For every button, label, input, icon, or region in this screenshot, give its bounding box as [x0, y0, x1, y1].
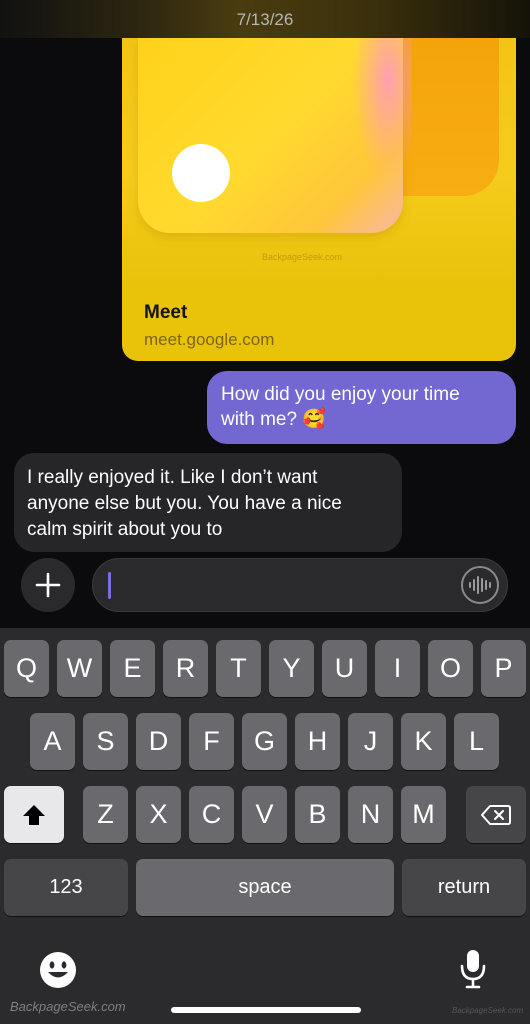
- watermark-left: BackpageSeek.com: [10, 999, 126, 1014]
- numbers-key[interactable]: 123: [4, 859, 128, 916]
- key-n[interactable]: N: [348, 786, 393, 843]
- link-preview-url: meet.google.com: [144, 330, 275, 349]
- return-key[interactable]: return: [402, 859, 526, 916]
- shift-key[interactable]: [4, 786, 64, 843]
- shift-icon: [23, 804, 45, 825]
- home-indicator[interactable]: [171, 1007, 361, 1013]
- key-q[interactable]: Q: [4, 640, 49, 697]
- emoji-icon: [40, 952, 76, 988]
- key-y[interactable]: Y: [269, 640, 314, 697]
- key-r[interactable]: R: [163, 640, 208, 697]
- key-f[interactable]: F: [189, 713, 234, 770]
- delete-icon: [481, 804, 511, 825]
- key-v[interactable]: V: [242, 786, 287, 843]
- sent-message-bubble[interactable]: How did you enjoy your time with me? 🥰: [207, 371, 516, 444]
- key-a[interactable]: A: [30, 713, 75, 770]
- key-o[interactable]: O: [428, 640, 473, 697]
- waveform-icon: [469, 576, 491, 594]
- received-message-bubble[interactable]: I really enjoyed it. Like I don’t want a…: [14, 453, 402, 552]
- message-line: with me? 🥰: [221, 409, 326, 430]
- dictation-button[interactable]: [458, 948, 488, 990]
- key-w[interactable]: W: [57, 640, 102, 697]
- key-s[interactable]: S: [83, 713, 128, 770]
- key-u[interactable]: U: [322, 640, 367, 697]
- key-e[interactable]: E: [110, 640, 155, 697]
- key-h[interactable]: H: [295, 713, 340, 770]
- plus-icon: [35, 572, 61, 598]
- key-k[interactable]: K: [401, 713, 446, 770]
- text-cursor: [108, 572, 111, 599]
- white-dot: [172, 144, 230, 202]
- key-b[interactable]: B: [295, 786, 340, 843]
- key-i[interactable]: I: [375, 640, 420, 697]
- message-line: How did you enjoy your time: [221, 384, 460, 405]
- link-preview-title: Meet: [144, 302, 188, 323]
- message-line: I really enjoyed it. Like I don’t want: [27, 467, 318, 488]
- key-x[interactable]: X: [136, 786, 181, 843]
- key-j[interactable]: J: [348, 713, 393, 770]
- key-g[interactable]: G: [242, 713, 287, 770]
- delete-key[interactable]: [466, 786, 526, 843]
- pink-glow: [352, 38, 412, 178]
- key-c[interactable]: C: [189, 786, 234, 843]
- add-attachment-button[interactable]: [21, 558, 75, 612]
- key-p[interactable]: P: [481, 640, 526, 697]
- message-input[interactable]: [92, 558, 508, 612]
- link-preview-card[interactable]: BackpageSeek.com Meet meet.google.com: [122, 38, 516, 361]
- microphone-icon: [460, 950, 486, 989]
- key-l[interactable]: L: [454, 713, 499, 770]
- conversation-date: 7/13/26: [236, 10, 294, 29]
- message-line: anyone else but you. You have a nice: [27, 493, 342, 514]
- key-t[interactable]: T: [216, 640, 261, 697]
- voice-message-button[interactable]: [461, 566, 499, 604]
- link-preview-image: BackpageSeek.com: [122, 38, 516, 286]
- key-m[interactable]: M: [401, 786, 446, 843]
- watermark-right: BackpageSeek.com: [452, 1006, 524, 1015]
- orange-shape: [403, 38, 499, 196]
- key-d[interactable]: D: [136, 713, 181, 770]
- emoji-button[interactable]: [38, 950, 78, 990]
- space-key[interactable]: space: [136, 859, 394, 916]
- image-watermark: BackpageSeek.com: [262, 252, 343, 262]
- message-line: calm spirit about you to: [27, 519, 223, 540]
- key-z[interactable]: Z: [83, 786, 128, 843]
- status-bar: 7/13/26: [0, 0, 530, 38]
